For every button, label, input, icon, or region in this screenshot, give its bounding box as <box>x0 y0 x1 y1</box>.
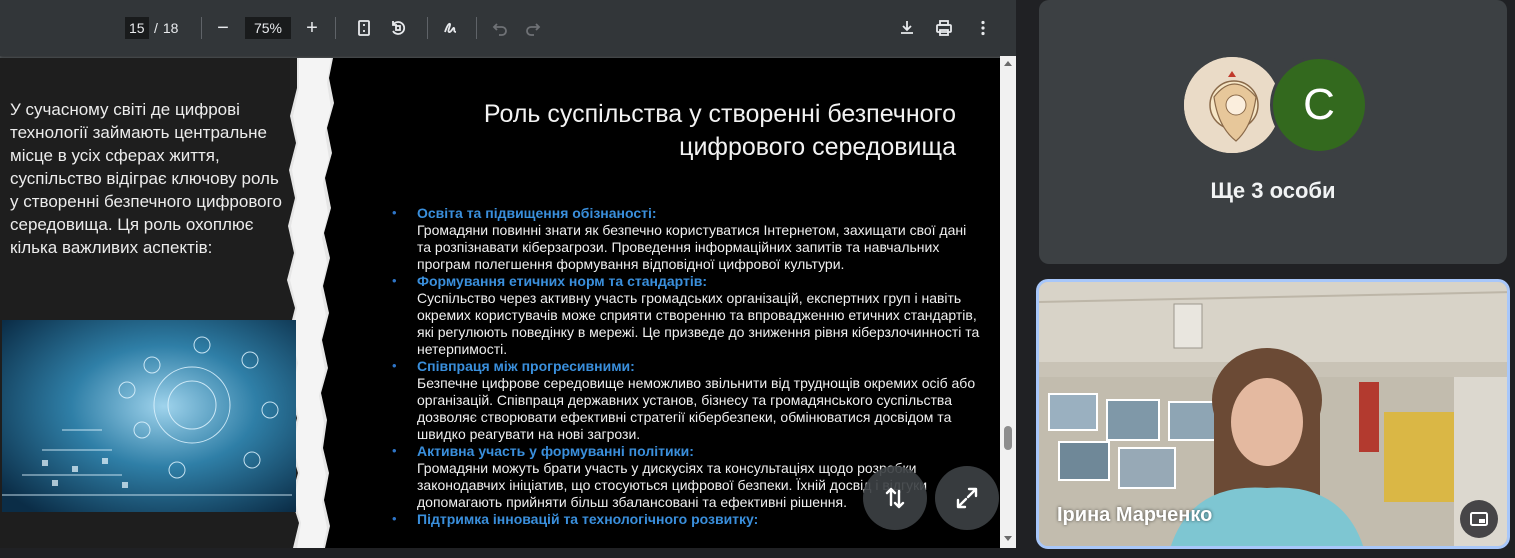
annotate-button[interactable] <box>437 14 465 42</box>
page-number-input[interactable]: 15 <box>125 17 149 39</box>
bullet-item: • Співпраця між прогресивними: Безпечне … <box>392 358 982 443</box>
swap-tiles-button[interactable] <box>863 466 927 530</box>
bullet-heading: Освіта та підвищення обізнаності: <box>417 205 657 221</box>
scroll-down-icon[interactable] <box>1004 536 1012 541</box>
zoom-value[interactable]: 75% <box>254 20 282 36</box>
pdf-toolbar: 15 / 18 − 75% + <box>0 0 1016 56</box>
zoom-out-button[interactable]: − <box>209 14 237 42</box>
bullet-dot: • <box>392 443 397 458</box>
avatar-letter: C <box>1303 80 1335 129</box>
download-icon <box>901 21 913 34</box>
zoom-in-icon: + <box>306 16 318 39</box>
bullet-dot: • <box>392 205 397 220</box>
undo-icon <box>492 23 507 36</box>
expand-icon <box>956 487 978 509</box>
participant-avatar <box>1184 57 1280 153</box>
fit-page-button[interactable] <box>350 14 378 42</box>
bullet-dot: • <box>392 511 397 526</box>
undo-button[interactable] <box>486 14 514 42</box>
speaker-video-tile[interactable]: Ірина Марченко <box>1036 279 1510 549</box>
participant-avatar-letter: C <box>1270 56 1368 154</box>
bullet-item: • Формування етичних норм та стандартів:… <box>392 273 982 358</box>
zoom-input[interactable]: 75% <box>245 17 291 39</box>
divider <box>335 17 336 39</box>
zoom-in-button[interactable]: + <box>298 14 326 42</box>
bullet-text: Безпечне цифрове середовище неможливо зв… <box>417 375 976 442</box>
bullet-heading: Активна участь у формуванні політики: <box>417 443 694 459</box>
total-pages: 18 <box>162 20 179 36</box>
page-count: / 18 <box>152 14 178 42</box>
slide-title: Роль суспільства у створенні безпечного … <box>396 98 956 164</box>
slide-title-line: Роль суспільства у створенні безпечного <box>483 100 956 128</box>
bullet-dot: • <box>392 358 397 373</box>
page-separator: / <box>154 20 158 36</box>
bullet-heading: Співпраця між прогресивними: <box>417 358 635 374</box>
expand-tile-button[interactable] <box>935 466 999 530</box>
scroll-thumb[interactable] <box>1004 426 1012 450</box>
divider <box>427 17 428 39</box>
download-button[interactable] <box>893 14 921 42</box>
bullet-text: Громадяни повинні знати як безпечно кори… <box>417 222 967 272</box>
screen: 15 / 18 − 75% + У сучасному світі де циф… <box>0 0 1515 558</box>
divider <box>476 17 477 39</box>
swap-vertical-icon <box>885 487 905 509</box>
redo-button[interactable] <box>519 14 547 42</box>
fit-page-icon <box>358 20 370 36</box>
current-page[interactable]: 15 <box>129 20 145 36</box>
more-options-button[interactable] <box>969 14 997 42</box>
rotate-button[interactable] <box>384 14 412 42</box>
zoom-out-icon: − <box>217 16 229 39</box>
annotate-icon <box>444 22 457 33</box>
bullet-dot: • <box>392 273 397 288</box>
slide-intro-text: У сучасному світі де цифрові технології … <box>10 100 282 257</box>
bullet-text: Суспільство через активну участь громадс… <box>417 290 980 357</box>
print-button[interactable] <box>930 14 958 42</box>
picture-in-picture-icon <box>1470 512 1488 526</box>
pdf-viewer: 15 / 18 − 75% + У сучасному світі де циф… <box>0 0 1016 548</box>
rotate-icon <box>392 21 406 35</box>
divider <box>201 17 202 39</box>
bullet-heading: Формування етичних норм та стандартів: <box>417 273 708 289</box>
scroll-up-icon[interactable] <box>1004 61 1012 66</box>
picture-in-picture-button[interactable] <box>1460 500 1498 538</box>
more-vert-icon <box>981 20 985 36</box>
others-count-label: Ще 3 особи <box>1210 178 1336 203</box>
vertical-scrollbar[interactable] <box>1000 56 1016 548</box>
redo-icon <box>526 23 541 36</box>
participants-tile[interactable]: C Ще 3 особи <box>1039 0 1507 264</box>
speaker-name-label: Ірина Марченко <box>1057 504 1213 526</box>
slide-title-line: цифрового середовища <box>679 133 956 161</box>
slide-page: У сучасному світі де цифрові технології … <box>0 58 1000 548</box>
print-icon <box>936 20 952 36</box>
bullet-item: • Освіта та підвищення обізнаності: Гром… <box>392 205 982 273</box>
technology-image <box>2 320 296 512</box>
